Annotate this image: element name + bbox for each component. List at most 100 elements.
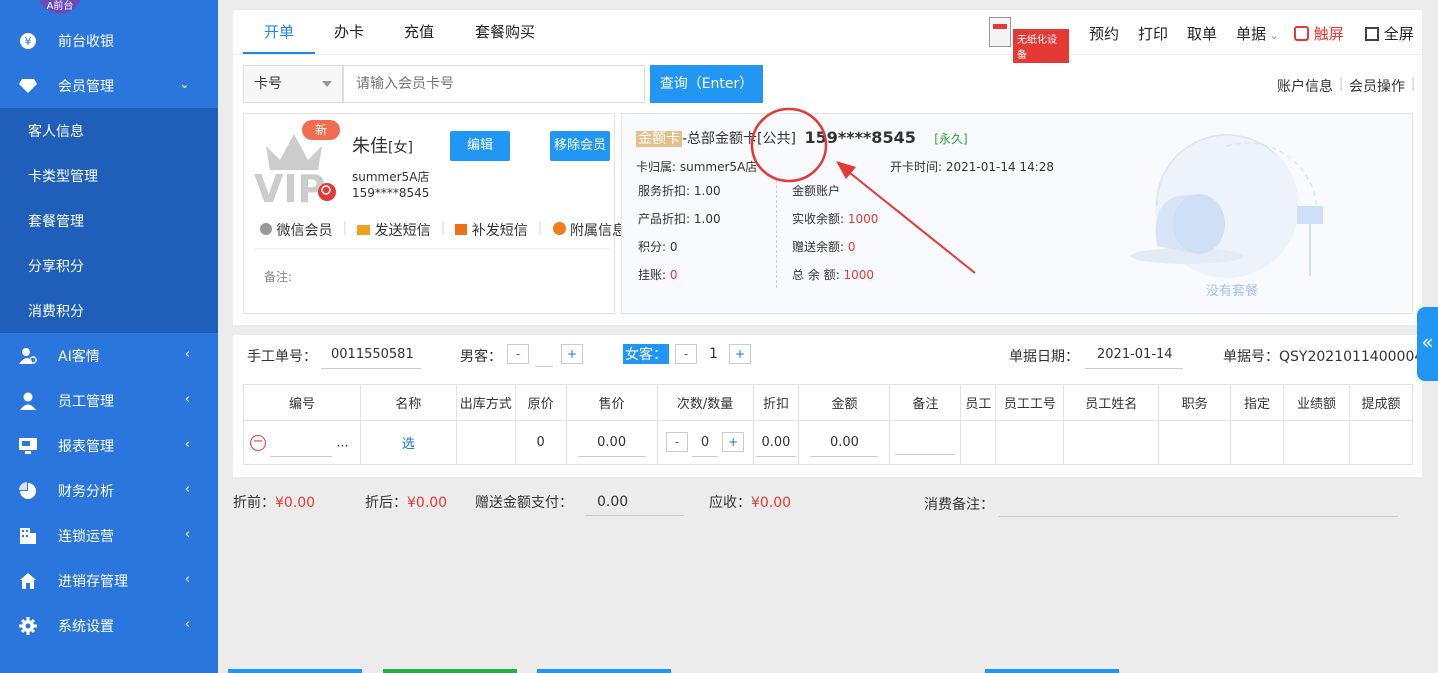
account-info-link[interactable]: 账户信息: [1277, 76, 1333, 96]
qty-increment-button[interactable]: +: [722, 431, 745, 452]
sidebar-item-ai[interactable]: AI客情 ‹: [0, 333, 218, 378]
manual-no-input[interactable]: 0011550581: [321, 341, 421, 369]
code-input[interactable]: [270, 429, 333, 457]
qty-cell: - 0 +: [656, 420, 754, 465]
remove-row-icon[interactable]: −: [250, 434, 266, 451]
female-decrement-button[interactable]: -: [675, 344, 697, 364]
sidebar-item-staff[interactable]: 员工管理 ‹: [0, 378, 218, 423]
female-count[interactable]: 1: [709, 346, 718, 362]
device-icon: [989, 17, 1011, 47]
sidebar-sub-share-points[interactable]: 分享积分: [0, 243, 218, 288]
bottom-button-4[interactable]: [985, 669, 1119, 673]
female-increment-button[interactable]: +: [729, 344, 751, 364]
remark-input[interactable]: [895, 427, 956, 455]
commission-cell: [1348, 420, 1414, 465]
sidebar-item-cashier[interactable]: ¥ 前台收银: [0, 18, 218, 63]
caret-down-icon: [322, 81, 332, 87]
order-items-table: 编号 名称 出库方式 原价 售价 次数/数量 折扣 金额 备注 员工 员工工号 …: [243, 384, 1414, 465]
touch-screen-button[interactable]: 触屏: [1294, 23, 1344, 44]
member-card-input[interactable]: [343, 65, 645, 103]
bottom-button-1[interactable]: [228, 669, 362, 673]
paperless-device-button[interactable]: 无纸化设备: [989, 17, 1069, 63]
gift-pay-input[interactable]: 0.00: [585, 488, 684, 516]
col-sale-price: 售价: [565, 384, 658, 421]
svg-text:VIP: VIP: [254, 167, 325, 206]
annotation-overlay: [750, 107, 976, 274]
chevron-down-icon: ⌄: [179, 77, 190, 92]
sidebar-sub-customer-info[interactable]: 客人信息: [0, 108, 218, 153]
tab-issue-card[interactable]: 办卡: [334, 10, 364, 54]
fullscreen-icon: [1365, 27, 1379, 41]
take-order-button[interactable]: 取单: [1187, 23, 1217, 44]
collapse-panel-handle[interactable]: «: [1417, 307, 1438, 381]
male-increment-button[interactable]: +: [561, 344, 583, 364]
edit-member-button[interactable]: 编辑: [450, 131, 510, 161]
appointment-button[interactable]: 预约: [1089, 23, 1119, 44]
male-decrement-button[interactable]: -: [507, 344, 529, 364]
sidebar-item-members[interactable]: 会员管理 ⌄: [0, 63, 218, 108]
sidebar-item-chain[interactable]: 连锁运营 ‹: [0, 513, 218, 558]
qty-decrement-button[interactable]: -: [665, 431, 688, 452]
col-discount: 折扣: [752, 384, 800, 421]
sidebar-item-inventory[interactable]: 进销存管理 ‹: [0, 558, 218, 603]
search-type-select[interactable]: 卡号: [243, 65, 343, 103]
discount-input[interactable]: 0.00: [755, 429, 796, 457]
member-ops-link[interactable]: 会员操作: [1349, 76, 1405, 96]
col-remark: 备注: [889, 384, 962, 421]
building-icon: [18, 526, 38, 546]
link-separator: |: [1339, 76, 1344, 91]
tab-open-order[interactable]: 开单: [243, 10, 316, 54]
sidebar-sub-card-types[interactable]: 卡类型管理: [0, 153, 218, 198]
orig-price-cell: 0: [514, 420, 567, 465]
chevron-left-icon: ‹: [184, 392, 190, 407]
sidebar-item-reports[interactable]: 报表管理 ‹: [0, 423, 218, 468]
sidebar-sub-packages[interactable]: 套餐管理: [0, 198, 218, 243]
summary-gift-pay-label: 赠送金额支付：: [475, 495, 573, 511]
sidebar-item-settings[interactable]: 系统设置 ‹: [0, 603, 218, 648]
assigned-cell[interactable]: [1230, 420, 1285, 465]
tab-package-purchase[interactable]: 套餐购买: [475, 10, 535, 54]
consume-remark-input[interactable]: [998, 516, 1398, 517]
chevron-left-icon: ‹: [184, 347, 190, 362]
sidebar-item-label: AI客情: [58, 348, 100, 365]
wechat-icon: [260, 223, 272, 235]
tab-recharge[interactable]: 充值: [404, 10, 434, 54]
bottom-button-2[interactable]: [383, 669, 517, 673]
col-commission: 提成额: [1348, 384, 1414, 421]
new-badge: 新: [302, 120, 340, 140]
tab-divider: [233, 54, 1422, 55]
male-count-input[interactable]: [535, 339, 553, 367]
extra-info-link[interactable]: 附属信息: [552, 220, 626, 240]
sidebar-item-label: 报表管理: [58, 438, 114, 455]
remove-member-button[interactable]: 移除会员: [550, 131, 610, 161]
user-ai-icon: [18, 346, 38, 366]
bottom-button-3[interactable]: [537, 669, 671, 673]
select-item-link[interactable]: 选: [359, 420, 457, 465]
qty-input[interactable]: 0: [692, 429, 719, 457]
summary-receivable: 应收：¥0.00: [709, 495, 792, 511]
resend-sms-link[interactable]: 补发短信: [455, 220, 528, 240]
sidebar-item-label: 系统设置: [58, 618, 114, 635]
col-code: 编号: [243, 384, 361, 421]
date-input[interactable]: 2021-01-14: [1085, 341, 1183, 369]
table-header-row: 编号 名称 出库方式 原价 售价 次数/数量 折扣 金额 备注 员工 员工工号 …: [243, 384, 1414, 421]
sidebar-item-finance[interactable]: 财务分析 ‹: [0, 468, 218, 513]
chevron-left-icon: ‹: [184, 527, 190, 542]
staff-no-cell[interactable]: [995, 420, 1065, 465]
sidebar-sub-consume-points[interactable]: 消费积分: [0, 288, 218, 333]
fullscreen-button[interactable]: 全屏: [1365, 23, 1414, 44]
print-button[interactable]: 打印: [1138, 23, 1168, 44]
more-button[interactable]: ...: [336, 435, 348, 450]
amount-input[interactable]: 0.00: [810, 429, 879, 457]
query-button[interactable]: 查询（Enter）: [650, 65, 763, 103]
sale-price-input[interactable]: 0.00: [577, 429, 646, 457]
no-package-text: 没有套餐: [1206, 284, 1259, 299]
staff-cell[interactable]: [960, 420, 997, 465]
wechat-member-link[interactable]: 微信会员: [260, 220, 332, 240]
documents-dropdown[interactable]: 单据 ⌄: [1236, 23, 1279, 44]
consume-remark-label: 消费备注：: [924, 497, 994, 513]
sidebar-item-label: 会员管理: [58, 78, 114, 95]
staff-name-cell[interactable]: [1063, 420, 1160, 465]
send-sms-link[interactable]: 发送短信: [357, 220, 431, 240]
member-info-card: VIP 新 朱佳[女] summer5A店 159****8545 编辑 移除会…: [243, 113, 626, 314]
